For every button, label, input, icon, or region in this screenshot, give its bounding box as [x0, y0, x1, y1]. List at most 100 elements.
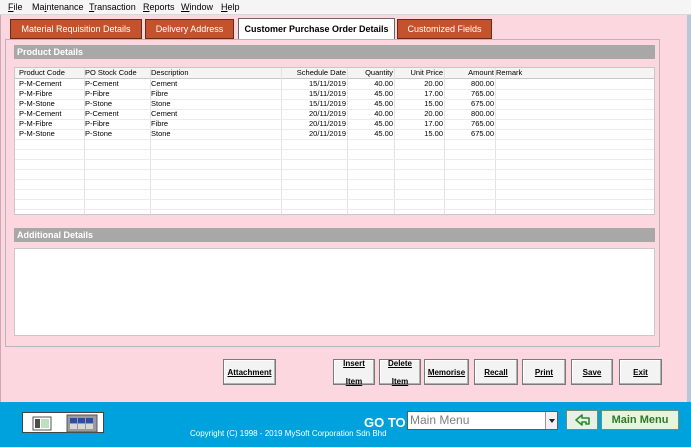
- save-button[interactable]: Save: [571, 359, 613, 385]
- tab-customized-fields[interactable]: Customized Fields: [397, 19, 492, 39]
- print-button[interactable]: Print: [522, 359, 566, 385]
- table-cell: P-Stone: [85, 99, 113, 108]
- grid-view-icon[interactable]: [66, 414, 98, 433]
- table-cell: 40.00: [374, 109, 393, 118]
- tab-panel: Product Details Product Code PO Stock Cod…: [5, 39, 660, 347]
- tab-customer-purchase-order-details[interactable]: Customer Purchase Order Details: [238, 18, 395, 40]
- view-switcher[interactable]: [22, 412, 104, 433]
- chevron-down-icon[interactable]: [545, 412, 557, 429]
- footer-bar: GO TO Main Menu Main Menu Copyright (C) …: [0, 402, 691, 447]
- menu-item-transaction[interactable]: Transaction: [89, 2, 136, 12]
- table-cell: Fibre: [151, 89, 169, 98]
- additional-details-textarea[interactable]: [14, 248, 655, 336]
- exit-button[interactable]: Exit: [619, 359, 662, 385]
- table-cell: 45.00: [374, 119, 393, 128]
- table-cell: 17.00: [424, 89, 443, 98]
- column-header[interactable]: Remark: [496, 68, 576, 78]
- menu-bar: File Maintenance Transaction Reports Window H…: [0, 0, 691, 15]
- column-header[interactable]: Unit Price: [395, 68, 443, 78]
- menu-select-value: Main Menu: [410, 413, 470, 427]
- button-label: Print: [534, 367, 554, 377]
- table-cell: 800.00: [471, 79, 494, 88]
- goto-label: GO TO: [364, 415, 406, 430]
- menu-item-help[interactable]: Help: [221, 2, 240, 12]
- tab-delivery-address[interactable]: Delivery Address: [145, 19, 234, 39]
- column-header[interactable]: Description: [151, 68, 281, 78]
- table-cell: 45.00: [374, 89, 393, 98]
- product-details-header: Product Details: [14, 45, 655, 59]
- table-cell: 15/11/2019: [309, 99, 346, 108]
- table-cell: 765.00: [471, 89, 494, 98]
- table-cell: 20.00: [424, 79, 443, 88]
- grid-row-divider: [15, 179, 654, 180]
- table-cell: 765.00: [471, 119, 494, 128]
- table-cell: 15/11/2019: [309, 89, 346, 98]
- window-icon[interactable]: [32, 416, 52, 431]
- table-cell: P-M-Fibre: [19, 89, 53, 98]
- table-cell: P-M-Cement: [19, 109, 62, 118]
- table-row[interactable]: P-M-Cement P-Cement Cement 15/11/2019 40.00 2…: [15, 79, 654, 89]
- table-cell: P-Fibre: [85, 89, 110, 98]
- table-row[interactable]: P-M-Fibre P-Fibre Fibre 20/11/2019 45.00 17.0…: [15, 119, 654, 129]
- grid-row-divider: [15, 199, 654, 200]
- button-label: Insert: [343, 358, 365, 368]
- button-label: Item: [345, 376, 363, 386]
- tab-material-requisition-details[interactable]: Material Requisition Details: [10, 19, 142, 39]
- insert-item-button[interactable]: Insert Item: [333, 358, 375, 386]
- table-cell: [496, 89, 576, 99]
- button-label: Recall: [484, 367, 508, 377]
- button-label: Save: [582, 367, 602, 377]
- menu-item-file[interactable]: File: [8, 2, 23, 12]
- button-label: Delete: [387, 358, 412, 368]
- table-row[interactable]: P-M-Fibre P-Fibre Fibre 15/11/2019 45.00 17.0…: [15, 89, 654, 99]
- table-cell: [496, 119, 576, 129]
- button-label: Exit: [633, 367, 648, 377]
- table-cell: P-Fibre: [85, 119, 110, 128]
- column-header[interactable]: PO Stock Code: [85, 68, 149, 78]
- table-cell: P-Stone: [85, 129, 113, 138]
- column-header[interactable]: Amount: [445, 68, 494, 78]
- table-cell: 675.00: [471, 99, 494, 108]
- menu-item-window[interactable]: Window: [181, 2, 213, 12]
- grid-row-divider: [15, 159, 654, 160]
- column-header[interactable]: Schedule Date: [282, 68, 346, 78]
- table-cell: Fibre: [151, 119, 169, 128]
- delete-item-button[interactable]: Delete Item: [379, 358, 421, 386]
- button-label: Memorise: [427, 367, 466, 377]
- product-grid[interactable]: Product Code PO Stock Code Description Sche…: [14, 67, 655, 215]
- table-cell: 45.00: [374, 129, 393, 138]
- table-cell: 40.00: [374, 79, 393, 88]
- table-cell: [496, 79, 576, 89]
- grid-row-divider: [15, 169, 654, 170]
- table-cell: 45.00: [374, 99, 393, 108]
- attachment-button[interactable]: Attachment: [223, 359, 276, 385]
- memorise-button[interactable]: Memorise: [424, 359, 469, 385]
- table-cell: Cement: [151, 79, 178, 88]
- table-cell: Cement: [151, 109, 178, 118]
- table-cell: P-M-Stone: [19, 129, 55, 138]
- grid-row-divider: [15, 209, 654, 210]
- table-cell: Stone: [151, 129, 171, 138]
- main-window: Material Requisition Details Delivery Add…: [0, 15, 691, 402]
- table-row[interactable]: P-M-Stone P-Stone Stone 15/11/2019 45.00 15.0…: [15, 99, 654, 109]
- table-row[interactable]: P-M-Cement P-Cement Cement 20/11/2019 40.00 2…: [15, 109, 654, 119]
- table-cell: P-M-Stone: [19, 99, 55, 108]
- back-button[interactable]: [566, 410, 598, 430]
- grid-row-divider: [15, 149, 654, 150]
- menu-item-maintenance[interactable]: Maintenance: [32, 2, 84, 12]
- table-cell: 20.00: [424, 109, 443, 118]
- table-cell: P-Cement: [85, 109, 119, 118]
- main-menu-button[interactable]: Main Menu: [601, 410, 679, 430]
- menu-select[interactable]: Main Menu: [407, 411, 558, 430]
- column-header[interactable]: Quantity: [348, 68, 393, 78]
- recall-button[interactable]: Recall: [474, 359, 518, 385]
- table-row[interactable]: P-M-Stone P-Stone Stone 20/11/2019 45.00 15.0…: [15, 129, 654, 139]
- table-cell: 17.00: [424, 119, 443, 128]
- copyright-text: Copyright (C) 1998 - 2019 MySoft Corpora…: [190, 429, 387, 438]
- table-cell: P-Cement: [85, 79, 119, 88]
- button-label: Item: [391, 376, 409, 386]
- table-cell: 15.00: [424, 99, 443, 108]
- menu-item-reports[interactable]: Reports: [143, 2, 175, 12]
- additional-details-header: Additional Details: [14, 228, 655, 242]
- column-header[interactable]: Product Code: [19, 68, 83, 78]
